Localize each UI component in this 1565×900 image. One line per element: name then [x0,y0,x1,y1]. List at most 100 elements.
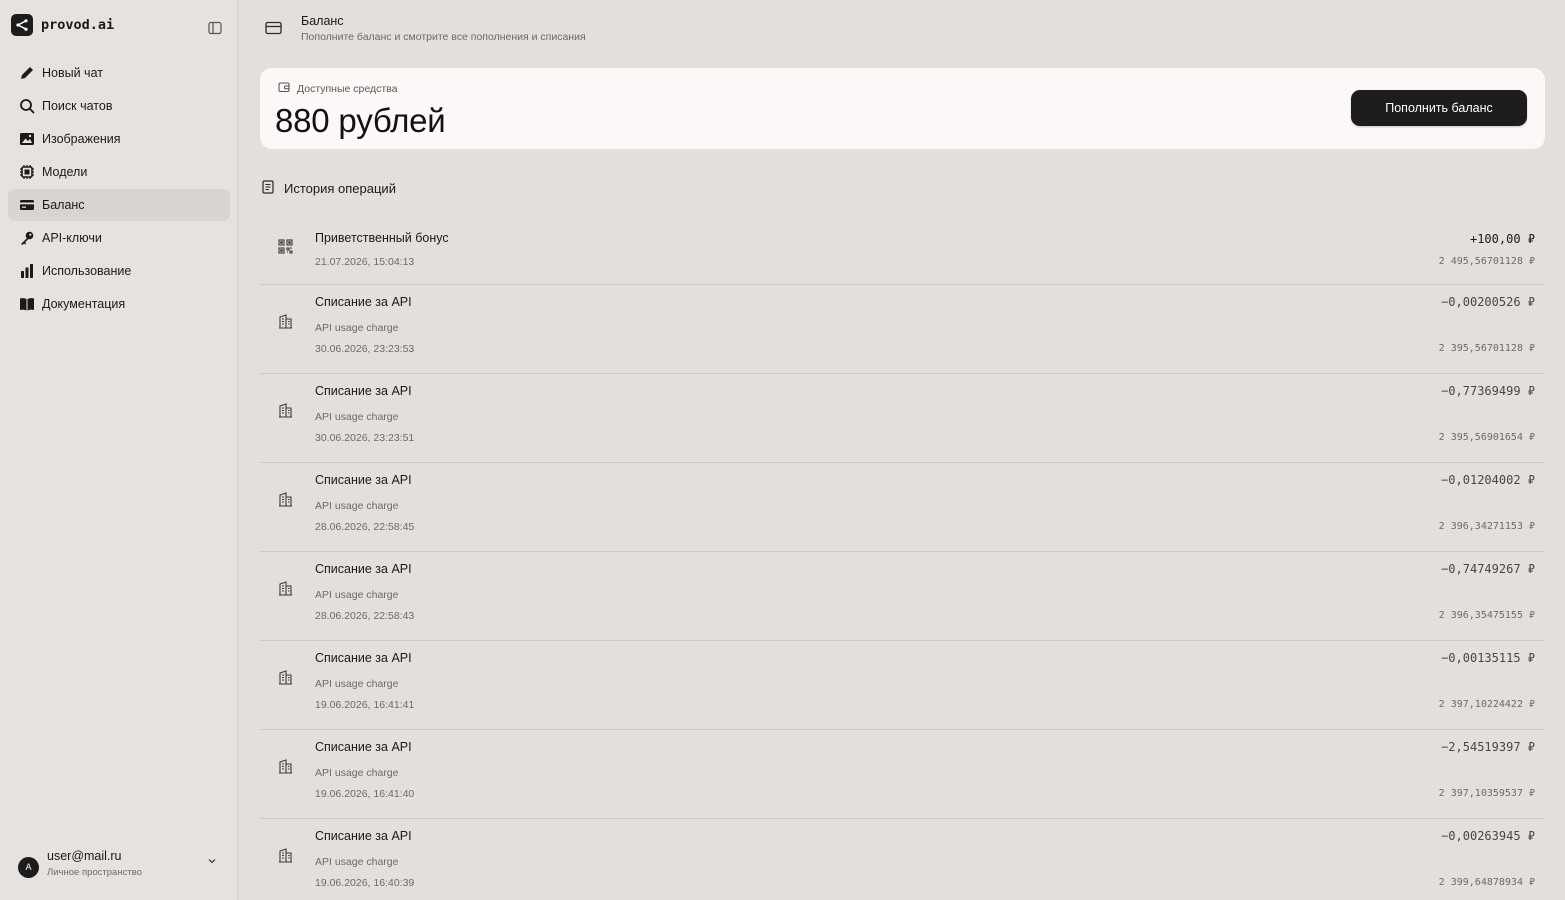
document-icon [262,180,274,197]
sidebar-item-label: Изображения [42,132,121,146]
transaction-description: API usage charge [315,500,399,512]
book-icon [18,296,35,313]
main-content: Баланс Пополните баланс и смотрите все п… [238,0,1565,900]
sidebar-toggle-icon[interactable] [207,20,223,36]
sidebar-item-label: Использование [42,264,132,278]
sidebar-item-models[interactable]: Модели [8,156,230,188]
transaction-title: Списание за API [315,829,412,843]
transaction-row[interactable]: Списание за API API usage charge 30.06.2… [260,285,1545,374]
page-header: Баланс Пополните баланс и смотрите все п… [256,6,1545,50]
sidebar-item-new-chat[interactable]: Новый чат [8,57,230,89]
share-nodes-icon [11,14,33,36]
transaction-date: 30.06.2026, 23:23:51 [315,432,415,444]
transaction-title: Списание за API [315,562,412,576]
transaction-balance: 2 395,56701128 ₽ [1438,343,1535,354]
transaction-amount: −2,54519397 ₽ [1441,740,1535,754]
sidebar-nav: Новый чат Поиск чатов Изображения Модели… [8,57,230,321]
transaction-row[interactable]: Списание за API API usage charge 28.06.2… [260,463,1545,552]
page-subtitle: Пополните баланс и смотрите все пополнен… [301,30,586,43]
building-icon [278,581,294,597]
transaction-amount: −0,00200526 ₽ [1441,295,1535,309]
transaction-balance: 2 397,10224422 ₽ [1438,699,1535,710]
pencil-icon [18,65,35,82]
transaction-title: Списание за API [315,384,412,398]
transaction-list: Приветственный бонус 21.07.2026, 15:04:1… [260,222,1545,900]
history-heading: История операций [262,180,396,197]
balance-amount: 880 рублей [275,102,446,139]
brand[interactable]: provod.ai [11,13,114,37]
transaction-date: 19.06.2026, 16:41:40 [315,788,415,800]
sidebar-item-label: Новый чат [42,66,103,80]
sidebar-item-search[interactable]: Поиск чатов [8,90,230,122]
transaction-amount: −0,00135115 ₽ [1441,651,1535,665]
chevron-down-icon [207,853,217,871]
sidebar-item-usage[interactable]: Использование [8,255,230,287]
building-icon [278,314,294,330]
transaction-amount: −0,00263945 ₽ [1441,829,1535,843]
transaction-date: 19.06.2026, 16:40:39 [315,877,415,889]
transaction-amount: +100,00 ₽ [1469,232,1535,246]
transaction-row[interactable]: Списание за API API usage charge 19.06.2… [260,730,1545,819]
sidebar-item-api-keys[interactable]: API-ключи [8,222,230,254]
transaction-description: API usage charge [315,678,399,690]
topup-button[interactable]: Пополнить баланс [1351,90,1527,126]
transaction-row[interactable]: Приветственный бонус 21.07.2026, 15:04:1… [260,222,1545,285]
sidebar-item-images[interactable]: Изображения [8,123,230,155]
transaction-date: 28.06.2026, 22:58:45 [315,521,415,533]
sidebar-item-balance[interactable]: Баланс [8,189,230,221]
transaction-balance: 2 495,56701128 ₽ [1438,256,1535,267]
balance-label: Доступные средства [297,82,398,95]
transaction-row[interactable]: Списание за API API usage charge 19.06.2… [260,641,1545,730]
user-menu[interactable]: A user@mail.ru Личное пространство [18,845,223,881]
transaction-description: API usage charge [315,856,399,868]
sidebar: provod.ai Новый чат Поиск чатов Изображе… [0,0,238,900]
transaction-balance: 2 399,64878934 ₽ [1438,877,1535,888]
transaction-title: Списание за API [315,651,412,665]
transaction-balance: 2 396,34271153 ₽ [1438,521,1535,532]
transaction-description: API usage charge [315,589,399,601]
card-icon [18,197,35,214]
transaction-title: Списание за API [315,295,412,309]
transaction-title: Списание за API [315,473,412,487]
user-email: user@mail.ru [47,848,122,863]
building-icon [278,403,294,419]
transaction-row[interactable]: Списание за API API usage charge 30.06.2… [260,374,1545,463]
sidebar-item-label: Баланс [42,198,85,212]
transaction-amount: −0,01204002 ₽ [1441,473,1535,487]
transaction-date: 30.06.2026, 23:23:53 [315,343,415,355]
transaction-description: API usage charge [315,322,399,334]
brand-name: provod.ai [41,17,115,33]
sidebar-item-label: Модели [42,165,88,179]
bar-chart-icon [18,263,35,280]
sidebar-item-label: Поиск чатов [42,99,113,113]
building-icon [278,759,294,775]
transaction-date: 28.06.2026, 22:58:43 [315,610,415,622]
sidebar-item-docs[interactable]: Документация [8,288,230,320]
page-title: Баланс [301,13,344,28]
transaction-date: 19.06.2026, 16:41:41 [315,699,415,711]
transaction-amount: −0,77369499 ₽ [1441,384,1535,398]
sidebar-item-label: API-ключи [42,231,102,245]
transaction-row[interactable]: Списание за API API usage charge 28.06.2… [260,552,1545,641]
transaction-title: Приветственный бонус [315,231,449,245]
building-icon [278,670,294,686]
key-icon [18,230,35,247]
card-outline-icon [265,21,285,35]
transaction-balance: 2 397,10359537 ₽ [1438,788,1535,799]
transaction-date: 21.07.2026, 15:04:13 [315,256,415,268]
avatar: A [18,856,39,878]
transaction-description: API usage charge [315,767,399,779]
transaction-description: API usage charge [315,411,399,423]
transaction-title: Списание за API [315,740,412,754]
chip-icon [18,164,35,181]
transaction-row[interactable]: Списание за API API usage charge 19.06.2… [260,819,1545,900]
history-title: История операций [284,181,396,196]
image-icon [18,131,35,148]
qr-icon [278,239,294,255]
balance-card: Доступные средства 880 рублей Пополнить … [260,68,1545,149]
building-icon [278,848,294,864]
sidebar-item-label: Документация [42,297,126,311]
wallet-icon [278,81,290,96]
building-icon [278,492,294,508]
transaction-balance: 2 396,35475155 ₽ [1438,610,1535,621]
